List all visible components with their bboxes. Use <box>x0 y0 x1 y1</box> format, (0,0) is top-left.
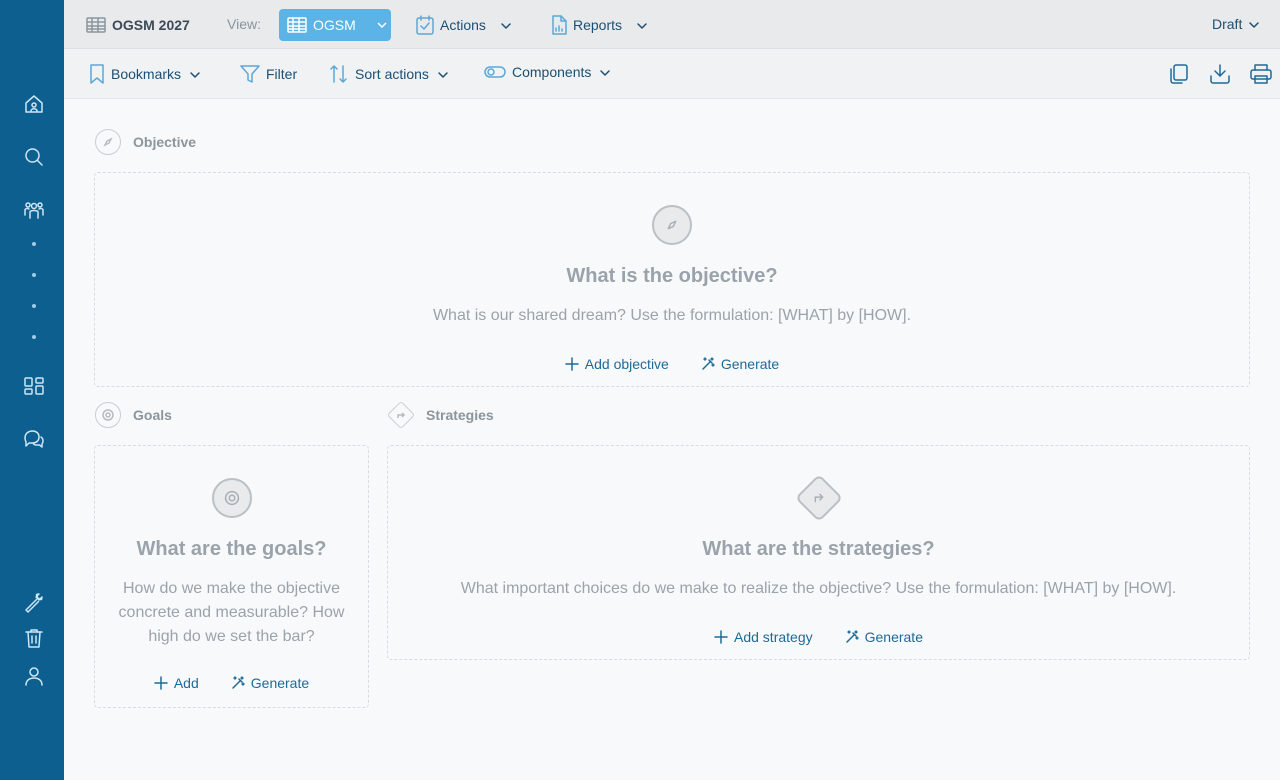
bookmark-icon <box>90 64 104 84</box>
nav-dot[interactable] <box>32 335 36 339</box>
bookmarks-menu[interactable]: Bookmarks <box>89 64 201 84</box>
sort-actions-label: Sort actions <box>355 66 429 82</box>
objective-card: What is the objective? What is our share… <box>94 172 1250 387</box>
strategies-card: What are the strategies? What important … <box>387 445 1250 660</box>
goals-desc-line: How do we make the objective <box>123 580 340 597</box>
add-goal-button[interactable]: Add <box>154 675 199 691</box>
view-label-text: View: <box>227 16 261 32</box>
chevron-down-icon <box>377 22 387 29</box>
strategies-actions: Add strategy Generate <box>388 629 1249 645</box>
filter-button[interactable]: Filter <box>240 64 297 84</box>
wrench-icon[interactable] <box>20 588 48 616</box>
add-objective-label: Add objective <box>584 356 669 372</box>
target-icon <box>211 478 252 518</box>
goals-actions: Add Generate <box>95 675 368 691</box>
copy-icon[interactable] <box>1167 62 1191 86</box>
status-dropdown[interactable]: Draft <box>1212 16 1260 32</box>
goals-section-label: Goals <box>95 402 172 428</box>
chat-icon[interactable] <box>20 425 48 453</box>
generate-goals-label: Generate <box>250 675 310 691</box>
status-label: Draft <box>1212 16 1243 32</box>
sort-icon <box>330 65 347 83</box>
goals-desc-line: high do we set the bar? <box>148 628 315 645</box>
chevron-down-icon <box>500 19 512 31</box>
view-selector-label: OGSM <box>313 17 356 33</box>
plan-title-label: OGSM 2027 <box>112 17 190 33</box>
goals-card-description: How do we make the objective concrete an… <box>95 577 368 649</box>
chevron-down-icon <box>636 19 648 31</box>
add-objective-button[interactable]: Add objective <box>565 356 669 372</box>
home-icon[interactable] <box>20 90 48 118</box>
toggle-icon <box>484 66 506 78</box>
objective-card-description: What is our shared dream? Use the formul… <box>432 307 912 324</box>
add-strategy-button[interactable]: Add strategy <box>714 629 813 645</box>
generate-objective-label: Generate <box>720 356 780 372</box>
add-goal-label: Add <box>173 675 199 691</box>
direction-icon <box>386 400 416 430</box>
goals-desc-line: concrete and measurable? How <box>118 604 345 621</box>
objective-actions: Add objective Generate <box>95 356 1249 372</box>
view-label: View: <box>227 16 261 32</box>
direction-icon <box>794 473 843 523</box>
objective-section-label: Objective <box>95 129 196 155</box>
objective-section-title: Objective <box>133 134 197 150</box>
team-icon[interactable] <box>20 196 48 224</box>
components-label: Components <box>512 64 592 80</box>
goals-section-title: Goals <box>133 407 172 423</box>
generate-goals-button[interactable]: Generate <box>231 675 309 691</box>
magic-wand-icon <box>845 630 859 643</box>
download-icon[interactable] <box>1208 62 1232 86</box>
nav-dot[interactable] <box>32 273 36 277</box>
filter-label: Filter <box>266 66 298 82</box>
nav-dot[interactable] <box>32 242 36 246</box>
plus-icon <box>714 630 728 644</box>
components-menu[interactable]: Components <box>484 64 611 80</box>
table-icon <box>287 17 307 33</box>
strategies-card-description: What important choices do we make to rea… <box>460 580 1177 597</box>
add-strategy-label: Add strategy <box>734 629 813 645</box>
generate-strategies-button[interactable]: Generate <box>845 629 923 645</box>
bookmarks-label: Bookmarks <box>111 66 182 82</box>
magic-wand-icon <box>702 357 715 370</box>
table-icon <box>86 17 106 33</box>
generate-objective-button[interactable]: Generate <box>701 356 779 372</box>
sort-actions-menu[interactable]: Sort actions <box>329 64 449 84</box>
compass-icon <box>652 205 692 245</box>
print-icon[interactable] <box>1249 62 1273 86</box>
chevron-down-icon <box>189 68 201 80</box>
reports-menu-label: Reports <box>573 17 623 33</box>
calendar-check-icon <box>416 15 434 35</box>
chevron-down-icon <box>437 68 449 80</box>
chevron-down-icon <box>599 66 611 78</box>
chevron-down-icon <box>1248 18 1260 30</box>
board-icon[interactable] <box>20 372 48 400</box>
view-selector[interactable]: OGSM <box>279 9 391 41</box>
search-icon[interactable] <box>20 143 48 171</box>
reports-menu[interactable]: Reports <box>551 15 648 35</box>
top-bar: OGSM 2027 View: <box>64 0 1280 49</box>
report-icon <box>552 15 567 35</box>
plan-title: OGSM 2027 <box>86 16 190 34</box>
goals-card: What are the goals? How do we make the o… <box>94 445 369 708</box>
sidebar <box>0 0 64 780</box>
filter-icon <box>240 65 260 83</box>
trash-icon[interactable] <box>20 624 48 652</box>
magic-wand-icon <box>232 676 245 689</box>
objective-card-title: What is the objective? <box>566 265 778 287</box>
user-icon[interactable] <box>20 662 48 690</box>
plus-icon <box>565 357 579 371</box>
actions-menu-label: Actions <box>440 17 486 33</box>
nav-dot[interactable] <box>32 304 36 308</box>
compass-icon <box>95 129 121 155</box>
strategies-section-label: Strategies <box>386 400 494 430</box>
actions-menu[interactable]: Actions <box>416 15 512 35</box>
goals-card-title: What are the goals? <box>136 538 327 560</box>
target-icon <box>95 402 121 428</box>
generate-strategies-label: Generate <box>864 629 923 645</box>
strategies-section-title: Strategies <box>426 407 494 423</box>
strategies-card-title: What are the strategies? <box>702 538 935 560</box>
plus-icon <box>154 676 168 690</box>
